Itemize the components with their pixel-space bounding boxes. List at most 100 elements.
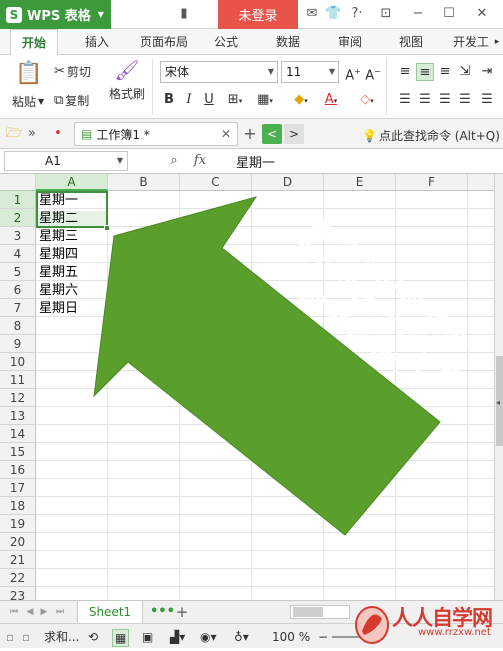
align-top-icon[interactable]: ≡	[396, 63, 414, 81]
tab-formulas[interactable]: 公式	[206, 29, 246, 55]
row-header[interactable]: 8	[0, 317, 36, 335]
border-icon[interactable]: ⊞▾	[224, 91, 246, 109]
minimize-icon[interactable]: −	[410, 6, 426, 22]
row-header[interactable]: 4	[0, 245, 36, 263]
row-header[interactable]: 23	[0, 587, 36, 600]
row-header[interactable]: 16	[0, 461, 36, 479]
italic-button[interactable]: I	[180, 91, 198, 109]
tab-scroll-right-icon[interactable]: ▸	[491, 29, 503, 55]
align-middle-icon[interactable]: ≡	[416, 63, 434, 81]
tab-review[interactable]: 审阅	[330, 29, 370, 55]
horizontal-scrollbar[interactable]	[290, 605, 350, 619]
justify-icon[interactable]: ☰	[456, 91, 474, 109]
app-menu-button[interactable]: S WPS 表格 ▼	[0, 0, 111, 29]
cell-a6[interactable]: 星期六	[37, 282, 107, 299]
row-header[interactable]: 18	[0, 497, 36, 515]
first-sheet-icon[interactable]: ⏮	[6, 604, 22, 620]
row-header[interactable]: 12	[0, 389, 36, 407]
row-header[interactable]: 10	[0, 353, 36, 371]
double-chevron-icon[interactable]: »	[24, 126, 40, 142]
align-center-icon[interactable]: ☰	[416, 91, 434, 109]
pin-icon[interactable]: •	[50, 126, 66, 142]
close-tab-icon[interactable]: ✕	[221, 127, 231, 141]
tab-insert[interactable]: 插入	[76, 29, 118, 55]
fx-button[interactable]: fx	[190, 153, 210, 169]
merge-cells-icon[interactable]: ▦▾	[254, 91, 276, 109]
align-bottom-icon[interactable]: ≡	[436, 63, 454, 81]
cell-a7[interactable]: 星期日	[37, 300, 107, 317]
increase-font-icon[interactable]: A+	[344, 63, 362, 83]
cell-a5[interactable]: 星期五	[37, 264, 107, 281]
row-header[interactable]: 5	[0, 263, 36, 281]
row-header[interactable]: 2	[0, 209, 36, 227]
copy-button[interactable]: ⧉ 复制	[54, 92, 89, 109]
column-header[interactable]	[468, 174, 494, 191]
font-size-select[interactable]: 11 ▼	[281, 61, 339, 83]
formula-content[interactable]: 星期一	[236, 152, 275, 171]
normal-view-icon[interactable]: ▦	[112, 629, 130, 647]
reading-mode-icon[interactable]: ◉▾	[200, 629, 217, 645]
tab-home[interactable]: 开始	[10, 29, 58, 56]
row-header[interactable]: 15	[0, 443, 36, 461]
add-sheet-icon[interactable]: +	[174, 604, 190, 620]
row-header[interactable]: 11	[0, 371, 36, 389]
bold-button[interactable]: B	[160, 91, 178, 109]
last-sheet-icon[interactable]: ⏭	[52, 604, 68, 620]
row-header[interactable]: 7	[0, 299, 36, 317]
column-header[interactable]: A	[36, 174, 108, 191]
page-layout-view-icon[interactable]: ▣	[142, 629, 153, 645]
command-search[interactable]: 💡 点此查找命令 (Alt+Q)	[362, 127, 500, 144]
row-header[interactable]: 19	[0, 515, 36, 533]
chevron-left-icon[interactable]: ◂	[496, 398, 500, 407]
close-icon[interactable]: ✕	[474, 6, 490, 22]
column-header[interactable]: E	[324, 174, 396, 191]
next-tab-button[interactable]: >	[284, 124, 304, 144]
zoom-out-icon[interactable]: −	[318, 629, 328, 645]
spreadsheet-grid[interactable]: A B C D E F 1 2 3 4 5 6 7 8 9 10 11 12 13 14 15 16 17 18 1…	[0, 174, 494, 600]
cut-button[interactable]: ✂ 剪切	[54, 63, 91, 80]
vertical-scrollbar[interactable]: ◂	[494, 174, 503, 600]
window-restore-icon[interactable]: ⊡	[378, 6, 394, 22]
font-color-icon[interactable]: A▾	[320, 91, 342, 109]
history-icon[interactable]: ⟲	[88, 629, 98, 645]
column-header[interactable]: F	[396, 174, 468, 191]
tab-developer[interactable]: 开发工	[448, 29, 494, 55]
row-header[interactable]: 14	[0, 425, 36, 443]
cell-a3[interactable]: 星期三	[37, 228, 107, 245]
orientation-icon[interactable]: ⇲	[456, 63, 474, 81]
row-header[interactable]: 21	[0, 551, 36, 569]
name-box[interactable]: A1 ▼	[4, 151, 128, 171]
tab-data[interactable]: 数据	[268, 29, 308, 55]
fill-color-icon[interactable]: ◆▾	[290, 91, 312, 109]
help-icon[interactable]: ?·	[346, 6, 368, 22]
page-break-view-icon[interactable]: ▟▾	[170, 629, 185, 645]
row-header[interactable]: 17	[0, 479, 36, 497]
row-header[interactable]: 6	[0, 281, 36, 299]
mail-icon[interactable]: ✉	[304, 6, 320, 22]
font-name-select[interactable]: 宋体 ▼	[160, 61, 278, 83]
more-sheets-icon[interactable]: •••	[150, 604, 175, 620]
row-header[interactable]: 20	[0, 533, 36, 551]
row-header[interactable]: 13	[0, 407, 36, 425]
scrollbar-thumb[interactable]	[293, 607, 323, 617]
wrap-icon[interactable]: ⇥	[478, 63, 496, 81]
distributed-icon[interactable]: ☰	[478, 91, 496, 109]
paste-dropdown[interactable]: 粘贴 ▼	[12, 93, 44, 110]
row-header[interactable]: 9	[0, 335, 36, 353]
paste-button[interactable]: 📋	[12, 61, 46, 87]
shirt-icon[interactable]: 👕	[325, 6, 341, 22]
sum-label[interactable]: 求和...	[44, 629, 79, 645]
underline-button[interactable]: U	[200, 91, 218, 109]
tab-page-layout[interactable]: 页面布局	[132, 29, 196, 55]
eye-protect-icon[interactable]: ♁▾	[234, 629, 249, 645]
format-painter-button[interactable]: 🖌 格式刷	[108, 59, 146, 102]
prev-tab-button[interactable]: <	[262, 124, 282, 144]
decrease-font-icon[interactable]: A−	[364, 63, 382, 83]
next-sheet-icon[interactable]: ▶	[36, 604, 52, 620]
sheet-tab-sheet1[interactable]: Sheet1	[77, 601, 143, 624]
zoom-search-icon[interactable]: ⌕	[166, 153, 182, 169]
align-right-icon[interactable]: ☰	[436, 91, 454, 109]
tab-view[interactable]: 视图	[391, 29, 431, 55]
login-button[interactable]: 未登录	[218, 0, 298, 29]
select-all-corner[interactable]	[0, 174, 36, 191]
